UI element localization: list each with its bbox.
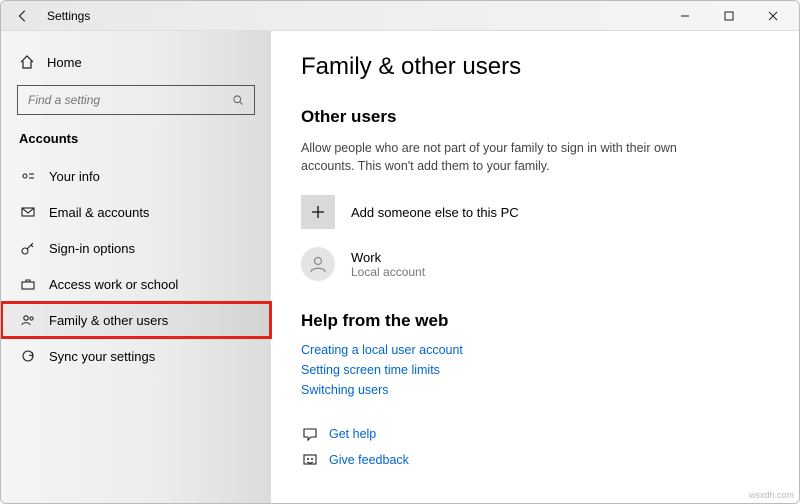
nav-label: Your info	[49, 169, 100, 184]
people-icon	[19, 311, 37, 329]
settings-window: Settings Home	[0, 0, 800, 504]
nav-label: Sync your settings	[49, 349, 155, 364]
close-button[interactable]	[751, 2, 795, 30]
add-user-label: Add someone else to this PC	[351, 205, 519, 220]
sidebar: Home Accounts Your info	[1, 31, 271, 503]
home-label: Home	[47, 55, 82, 70]
home-button[interactable]: Home	[1, 45, 271, 79]
help-heading: Help from the web	[301, 311, 779, 331]
sidebar-item-your-info[interactable]: Your info	[1, 158, 271, 194]
maximize-button[interactable]	[707, 2, 751, 30]
nav-list: Your info Email & accounts Sign-in optio…	[1, 158, 271, 374]
help-links: Creating a local user account Setting sc…	[301, 343, 779, 397]
sidebar-item-signin-options[interactable]: Sign-in options	[1, 230, 271, 266]
home-icon	[19, 54, 35, 70]
help-link-screen-time[interactable]: Setting screen time limits	[301, 363, 779, 377]
get-help-link[interactable]: Get help	[301, 425, 779, 443]
give-feedback-link[interactable]: Give feedback	[301, 451, 779, 469]
search-input[interactable]	[26, 92, 232, 108]
section-other-users-desc: Allow people who are not part of your fa…	[301, 139, 691, 175]
category-label: Accounts	[1, 127, 271, 158]
sidebar-item-sync-settings[interactable]: Sync your settings	[1, 338, 271, 374]
give-feedback-label: Give feedback	[329, 453, 409, 467]
chat-help-icon	[301, 425, 319, 443]
nav-label: Sign-in options	[49, 241, 135, 256]
search-box[interactable]	[17, 85, 255, 115]
mail-icon	[19, 203, 37, 221]
nav-label: Family & other users	[49, 313, 168, 328]
sync-icon	[19, 347, 37, 365]
sidebar-item-family-users[interactable]: Family & other users	[1, 302, 271, 338]
watermark: wsxdh.com	[749, 490, 794, 500]
get-help-label: Get help	[329, 427, 376, 441]
back-button[interactable]	[11, 4, 35, 28]
sidebar-item-work-school[interactable]: Access work or school	[1, 266, 271, 302]
window-title: Settings	[47, 9, 90, 23]
nav-label: Access work or school	[49, 277, 178, 292]
person-card-icon	[19, 167, 37, 185]
user-subtitle: Local account	[351, 265, 425, 279]
avatar-icon	[301, 247, 335, 281]
user-name: Work	[351, 250, 425, 265]
section-other-users-heading: Other users	[301, 107, 779, 127]
plus-icon	[301, 195, 335, 229]
sidebar-item-email-accounts[interactable]: Email & accounts	[1, 194, 271, 230]
content-pane: Family & other users Other users Allow p…	[271, 31, 799, 503]
key-icon	[19, 239, 37, 257]
user-item-work[interactable]: Work Local account	[301, 247, 779, 281]
briefcase-icon	[19, 275, 37, 293]
add-user-button[interactable]: Add someone else to this PC	[301, 195, 779, 229]
search-icon	[232, 94, 246, 106]
minimize-button[interactable]	[663, 2, 707, 30]
help-link-create-local[interactable]: Creating a local user account	[301, 343, 779, 357]
titlebar: Settings	[1, 1, 799, 31]
feedback-icon	[301, 451, 319, 469]
nav-label: Email & accounts	[49, 205, 149, 220]
help-link-switching[interactable]: Switching users	[301, 383, 779, 397]
page-heading: Family & other users	[301, 53, 779, 81]
